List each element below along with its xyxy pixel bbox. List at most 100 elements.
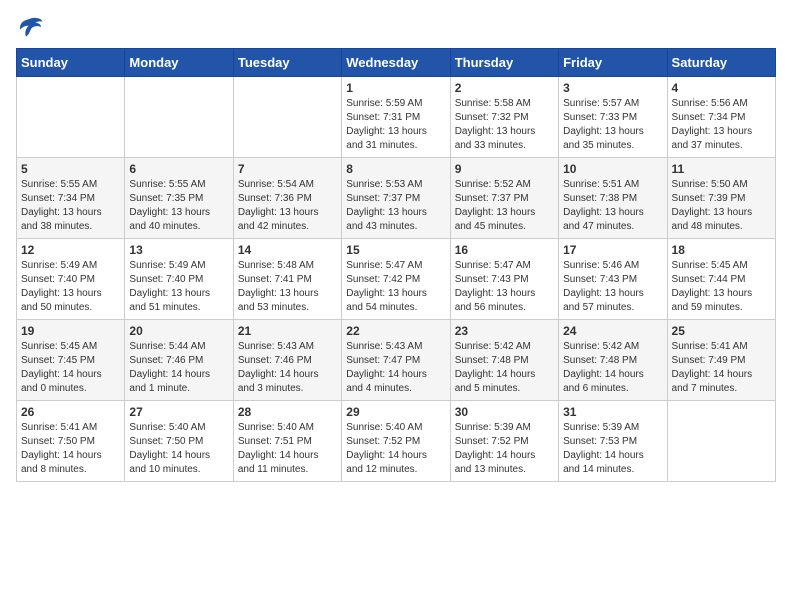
day-number: 22 bbox=[346, 324, 445, 338]
day-cell-8: 8 Sunrise: 5:53 AM Sunset: 7:37 PM Daylig… bbox=[342, 158, 450, 239]
day-cell-26: 26 Sunrise: 5:41 AM Sunset: 7:50 PM Dayli… bbox=[17, 401, 125, 482]
day-info: Sunrise: 5:58 AM Sunset: 7:32 PM Dayligh… bbox=[455, 97, 554, 153]
calendar-body: 1Sunrise: 5:59 AM Sunset: 7:31 PM Daylig… bbox=[17, 77, 776, 482]
day-cell-28: 28 Sunrise: 5:40 AM Sunset: 7:51 PM Dayli… bbox=[233, 401, 341, 482]
logo bbox=[16, 16, 48, 38]
day-number: 23 bbox=[455, 324, 554, 338]
day-cell-15: 15Sunrise: 5:47 AM Sunset: 7:42 PM Dayli… bbox=[342, 239, 450, 320]
day-header-tuesday: Tuesday bbox=[233, 49, 341, 77]
day-number: 24 bbox=[563, 324, 662, 338]
day-number: 25 bbox=[672, 324, 771, 338]
day-cell-21: 21 Sunrise: 5:43 AM Sunset: 7:46 PM Dayli… bbox=[233, 320, 341, 401]
day-cell-9: 9 Sunrise: 5:52 AM Sunset: 7:37 PM Daylig… bbox=[450, 158, 558, 239]
day-info: Sunrise: 5:59 AM Sunset: 7:31 PM Dayligh… bbox=[346, 97, 445, 153]
empty-cell bbox=[233, 77, 341, 158]
week-row-5: 26 Sunrise: 5:41 AM Sunset: 7:50 PM Dayli… bbox=[17, 401, 776, 482]
empty-cell bbox=[125, 77, 233, 158]
day-number: 12 bbox=[21, 243, 120, 257]
day-number: 8 bbox=[346, 162, 445, 176]
day-info: Sunrise: 5:46 AM Sunset: 7:43 PM Dayligh… bbox=[563, 259, 662, 315]
day-number: 16 bbox=[455, 243, 554, 257]
day-header-sunday: Sunday bbox=[17, 49, 125, 77]
day-number: 13 bbox=[129, 243, 228, 257]
day-number: 29 bbox=[346, 405, 445, 419]
day-info: Sunrise: 5:54 AM Sunset: 7:36 PM Dayligh… bbox=[238, 178, 337, 234]
day-number: 18 bbox=[672, 243, 771, 257]
logo-bird-icon bbox=[16, 16, 44, 38]
day-header-friday: Friday bbox=[559, 49, 667, 77]
day-number: 21 bbox=[238, 324, 337, 338]
day-info: Sunrise: 5:48 AM Sunset: 7:41 PM Dayligh… bbox=[238, 259, 337, 315]
day-info: Sunrise: 5:45 AM Sunset: 7:45 PM Dayligh… bbox=[21, 340, 120, 396]
day-number: 20 bbox=[129, 324, 228, 338]
page-header bbox=[16, 16, 776, 38]
day-cell-13: 13 Sunrise: 5:49 AM Sunset: 7:40 PM Dayli… bbox=[125, 239, 233, 320]
day-number: 19 bbox=[21, 324, 120, 338]
day-info: Sunrise: 5:39 AM Sunset: 7:53 PM Dayligh… bbox=[563, 421, 662, 477]
day-number: 31 bbox=[563, 405, 662, 419]
day-info: Sunrise: 5:42 AM Sunset: 7:48 PM Dayligh… bbox=[455, 340, 554, 396]
header-row: SundayMondayTuesdayWednesdayThursdayFrid… bbox=[17, 49, 776, 77]
day-info: Sunrise: 5:45 AM Sunset: 7:44 PM Dayligh… bbox=[672, 259, 771, 315]
day-cell-31: 31 Sunrise: 5:39 AM Sunset: 7:53 PM Dayli… bbox=[559, 401, 667, 482]
day-cell-5: 5Sunrise: 5:55 AM Sunset: 7:34 PM Daylig… bbox=[17, 158, 125, 239]
week-row-1: 1Sunrise: 5:59 AM Sunset: 7:31 PM Daylig… bbox=[17, 77, 776, 158]
empty-cell bbox=[17, 77, 125, 158]
day-info: Sunrise: 5:57 AM Sunset: 7:33 PM Dayligh… bbox=[563, 97, 662, 153]
day-number: 6 bbox=[129, 162, 228, 176]
day-number: 3 bbox=[563, 81, 662, 95]
day-info: Sunrise: 5:41 AM Sunset: 7:49 PM Dayligh… bbox=[672, 340, 771, 396]
calendar-header: SundayMondayTuesdayWednesdayThursdayFrid… bbox=[17, 49, 776, 77]
day-info: Sunrise: 5:39 AM Sunset: 7:52 PM Dayligh… bbox=[455, 421, 554, 477]
day-info: Sunrise: 5:47 AM Sunset: 7:43 PM Dayligh… bbox=[455, 259, 554, 315]
day-info: Sunrise: 5:49 AM Sunset: 7:40 PM Dayligh… bbox=[129, 259, 228, 315]
day-info: Sunrise: 5:40 AM Sunset: 7:51 PM Dayligh… bbox=[238, 421, 337, 477]
day-cell-30: 30Sunrise: 5:39 AM Sunset: 7:52 PM Dayli… bbox=[450, 401, 558, 482]
week-row-3: 12 Sunrise: 5:49 AM Sunset: 7:40 PM Dayli… bbox=[17, 239, 776, 320]
day-header-thursday: Thursday bbox=[450, 49, 558, 77]
day-number: 4 bbox=[672, 81, 771, 95]
calendar-table: SundayMondayTuesdayWednesdayThursdayFrid… bbox=[16, 48, 776, 482]
day-info: Sunrise: 5:55 AM Sunset: 7:35 PM Dayligh… bbox=[129, 178, 228, 234]
day-cell-25: 25 Sunrise: 5:41 AM Sunset: 7:49 PM Dayli… bbox=[667, 320, 775, 401]
day-info: Sunrise: 5:44 AM Sunset: 7:46 PM Dayligh… bbox=[129, 340, 228, 396]
day-info: Sunrise: 5:52 AM Sunset: 7:37 PM Dayligh… bbox=[455, 178, 554, 234]
day-info: Sunrise: 5:53 AM Sunset: 7:37 PM Dayligh… bbox=[346, 178, 445, 234]
empty-cell bbox=[667, 401, 775, 482]
day-cell-4: 4 Sunrise: 5:56 AM Sunset: 7:34 PM Daylig… bbox=[667, 77, 775, 158]
day-info: Sunrise: 5:56 AM Sunset: 7:34 PM Dayligh… bbox=[672, 97, 771, 153]
day-number: 9 bbox=[455, 162, 554, 176]
day-info: Sunrise: 5:47 AM Sunset: 7:42 PM Dayligh… bbox=[346, 259, 445, 315]
day-info: Sunrise: 5:40 AM Sunset: 7:52 PM Dayligh… bbox=[346, 421, 445, 477]
day-cell-18: 18 Sunrise: 5:45 AM Sunset: 7:44 PM Dayli… bbox=[667, 239, 775, 320]
day-header-wednesday: Wednesday bbox=[342, 49, 450, 77]
day-info: Sunrise: 5:55 AM Sunset: 7:34 PM Dayligh… bbox=[21, 178, 120, 234]
day-cell-23: 23 Sunrise: 5:42 AM Sunset: 7:48 PM Dayli… bbox=[450, 320, 558, 401]
day-cell-12: 12 Sunrise: 5:49 AM Sunset: 7:40 PM Dayli… bbox=[17, 239, 125, 320]
day-info: Sunrise: 5:41 AM Sunset: 7:50 PM Dayligh… bbox=[21, 421, 120, 477]
day-info: Sunrise: 5:43 AM Sunset: 7:46 PM Dayligh… bbox=[238, 340, 337, 396]
day-number: 28 bbox=[238, 405, 337, 419]
day-info: Sunrise: 5:49 AM Sunset: 7:40 PM Dayligh… bbox=[21, 259, 120, 315]
week-row-4: 19 Sunrise: 5:45 AM Sunset: 7:45 PM Dayli… bbox=[17, 320, 776, 401]
day-cell-3: 3 Sunrise: 5:57 AM Sunset: 7:33 PM Daylig… bbox=[559, 77, 667, 158]
day-info: Sunrise: 5:51 AM Sunset: 7:38 PM Dayligh… bbox=[563, 178, 662, 234]
day-cell-19: 19 Sunrise: 5:45 AM Sunset: 7:45 PM Dayli… bbox=[17, 320, 125, 401]
day-number: 14 bbox=[238, 243, 337, 257]
day-cell-6: 6 Sunrise: 5:55 AM Sunset: 7:35 PM Daylig… bbox=[125, 158, 233, 239]
day-info: Sunrise: 5:50 AM Sunset: 7:39 PM Dayligh… bbox=[672, 178, 771, 234]
day-cell-14: 14 Sunrise: 5:48 AM Sunset: 7:41 PM Dayli… bbox=[233, 239, 341, 320]
day-cell-16: 16 Sunrise: 5:47 AM Sunset: 7:43 PM Dayli… bbox=[450, 239, 558, 320]
day-number: 2 bbox=[455, 81, 554, 95]
day-number: 11 bbox=[672, 162, 771, 176]
day-cell-11: 11 Sunrise: 5:50 AM Sunset: 7:39 PM Dayli… bbox=[667, 158, 775, 239]
day-cell-1: 1Sunrise: 5:59 AM Sunset: 7:31 PM Daylig… bbox=[342, 77, 450, 158]
day-cell-20: 20 Sunrise: 5:44 AM Sunset: 7:46 PM Dayli… bbox=[125, 320, 233, 401]
day-number: 7 bbox=[238, 162, 337, 176]
day-cell-22: 22 Sunrise: 5:43 AM Sunset: 7:47 PM Dayli… bbox=[342, 320, 450, 401]
day-cell-17: 17 Sunrise: 5:46 AM Sunset: 7:43 PM Dayli… bbox=[559, 239, 667, 320]
day-info: Sunrise: 5:43 AM Sunset: 7:47 PM Dayligh… bbox=[346, 340, 445, 396]
day-number: 17 bbox=[563, 243, 662, 257]
day-number: 26 bbox=[21, 405, 120, 419]
day-cell-2: 2 Sunrise: 5:58 AM Sunset: 7:32 PM Daylig… bbox=[450, 77, 558, 158]
